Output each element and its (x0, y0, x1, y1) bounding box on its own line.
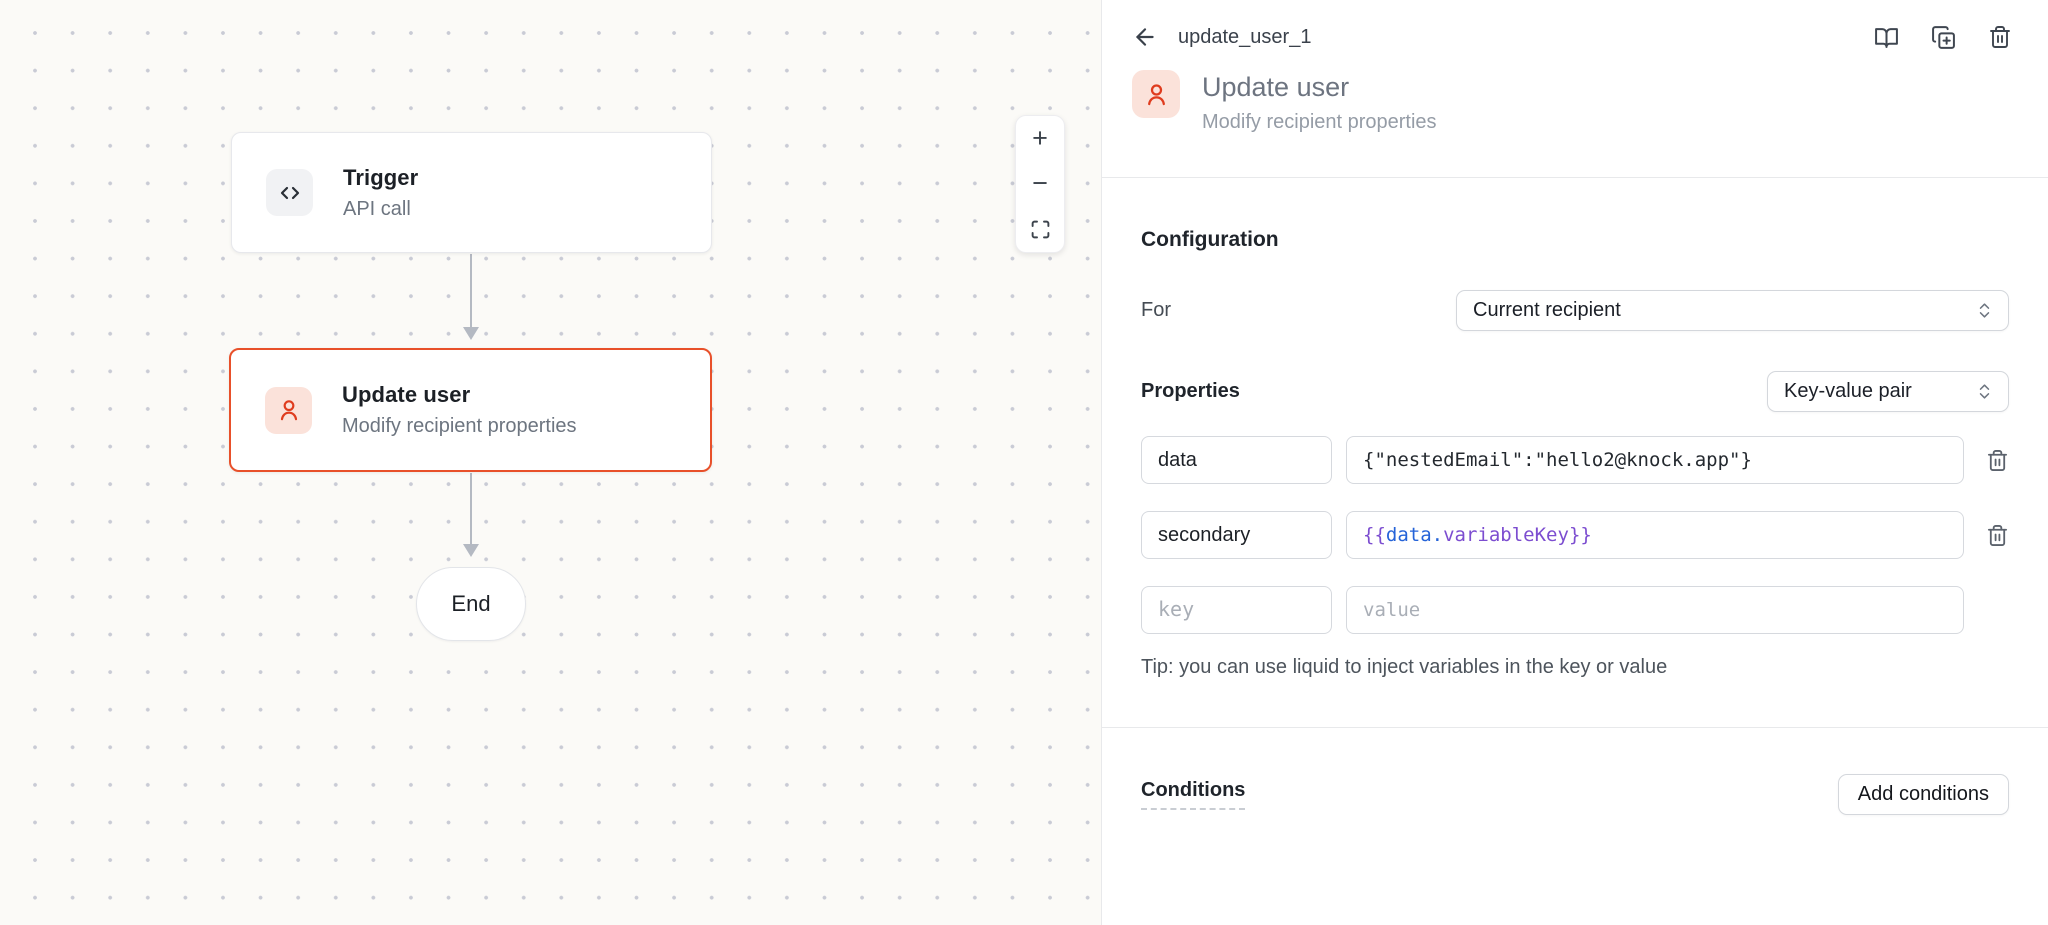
properties-label: Properties (1141, 380, 1240, 403)
add-conditions-button[interactable]: Add conditions (1838, 774, 2009, 815)
step-title: Update user (1202, 72, 1437, 103)
node-update-user[interactable]: Update user Modify recipient properties (229, 348, 712, 472)
node-end[interactable]: End (416, 567, 526, 641)
chevrons-up-down-icon (1975, 301, 1994, 320)
code-icon (266, 169, 313, 216)
zoom-in-button[interactable]: + (1016, 116, 1064, 161)
property-key-input[interactable] (1141, 436, 1332, 484)
canvas-zoom-controls: + − (1015, 115, 1065, 253)
step-subtitle: Modify recipient properties (1202, 111, 1437, 134)
trash-icon (1986, 524, 2009, 547)
property-value-input[interactable] (1346, 586, 1964, 634)
conditions-heading: Conditions (1141, 779, 1245, 810)
property-key-input[interactable] (1141, 586, 1332, 634)
fit-view-button[interactable] (1016, 207, 1064, 252)
delete-step-button[interactable] (1988, 25, 2012, 49)
chevrons-up-down-icon (1975, 382, 1994, 401)
trash-icon (1986, 449, 2009, 472)
configuration-heading: Configuration (1141, 228, 2009, 252)
end-label: End (451, 591, 490, 617)
book-open-icon (1874, 25, 1899, 50)
duplicate-step-button[interactable] (1931, 25, 1956, 50)
node-trigger[interactable]: Trigger API call (231, 132, 712, 253)
step-title-block: Update user Modify recipient properties (1102, 50, 2048, 134)
property-value-input[interactable]: {{data.variableKey}} (1346, 511, 1964, 559)
trash-icon (1988, 25, 2012, 49)
properties-mode-value: Key-value pair (1784, 380, 1912, 403)
workflow-editor: Trigger API call Update user Modify reci… (0, 0, 2048, 925)
fit-view-icon (1030, 219, 1051, 240)
minus-icon: − (1032, 168, 1048, 199)
step-name: update_user_1 (1178, 26, 1311, 49)
properties-mode-select[interactable]: Key-value pair (1767, 371, 2009, 412)
header-actions (1874, 25, 2012, 50)
zoom-out-button[interactable]: − (1016, 161, 1064, 206)
for-label: For (1141, 299, 1171, 322)
section-divider (1102, 727, 2048, 728)
for-select-value: Current recipient (1473, 299, 1621, 322)
docs-button[interactable] (1874, 25, 1899, 50)
duplicate-icon (1931, 25, 1956, 50)
header-divider (1102, 177, 2048, 178)
node-title: Trigger (343, 165, 418, 191)
user-icon (265, 387, 312, 434)
for-select[interactable]: Current recipient (1456, 290, 2009, 331)
user-icon (1132, 70, 1180, 118)
conditions-section: Conditions Add conditions (1141, 774, 2009, 815)
workflow-canvas[interactable]: Trigger API call Update user Modify reci… (0, 0, 1101, 925)
node-title: Update user (342, 382, 577, 408)
property-row: {{data.variableKey}} (1141, 511, 2009, 559)
panel-header: update_user_1 (1102, 0, 2048, 50)
liquid-tip-text: Tip: you can use liquid to inject variab… (1141, 656, 2009, 679)
arrow-left-icon (1132, 24, 1158, 50)
property-row-empty (1141, 586, 2009, 634)
property-row (1141, 436, 2009, 484)
back-button[interactable] (1132, 24, 1158, 50)
delete-row-button[interactable] (1986, 524, 2009, 547)
property-key-input[interactable] (1141, 511, 1332, 559)
step-settings-panel: update_user_1 (1101, 0, 2048, 925)
property-value-input[interactable] (1346, 436, 1964, 484)
configuration-section: Configuration For Current recipient Prop… (1102, 228, 2048, 679)
node-subtitle: API call (343, 198, 418, 221)
node-subtitle: Modify recipient properties (342, 415, 577, 438)
delete-row-button[interactable] (1986, 449, 2009, 472)
plus-icon: + (1032, 123, 1048, 154)
